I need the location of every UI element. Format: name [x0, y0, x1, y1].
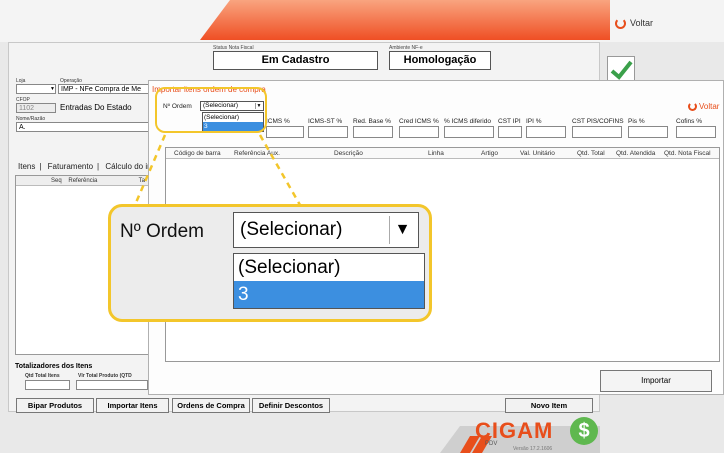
- qtd-total-label: Qtd Total Itens: [25, 373, 60, 379]
- cst-ipi-field[interactable]: [498, 126, 522, 138]
- zoom-ordem-select: (Selecionar) ▼: [233, 212, 419, 248]
- cred-icms-field[interactable]: [399, 126, 439, 138]
- icms-diferido-field[interactable]: [444, 126, 494, 138]
- importar-itens-button[interactable]: Importar Itens: [96, 398, 169, 413]
- status-value: Em Cadastro: [213, 51, 378, 70]
- voltar-button[interactable]: Voltar: [615, 18, 654, 30]
- col-referencia: Referência: [68, 178, 98, 184]
- hdr-red-base: Red. Base %: [353, 118, 391, 125]
- hdr-cst-pis-cofins: CST PIS/COFINS: [572, 118, 624, 125]
- version-label: Versão 17.2.1606: [513, 446, 553, 452]
- bipar-produtos-button[interactable]: Bipar Produtos: [16, 398, 94, 413]
- novo-item-button[interactable]: Novo Item: [505, 398, 593, 413]
- cfop-desc: Entradas Do Estado: [60, 103, 132, 112]
- cofins-field[interactable]: [676, 126, 716, 138]
- voltar-label: Voltar: [630, 18, 654, 28]
- ordens-compra-button[interactable]: Ordens de Compra: [172, 398, 250, 413]
- tab-faturamento[interactable]: Faturamento: [48, 162, 93, 171]
- dollar-icon: $: [570, 417, 598, 445]
- back-icon: [615, 18, 626, 30]
- vlr-total-field: [76, 380, 148, 390]
- cfop-field[interactable]: 1102: [16, 103, 56, 113]
- pis-field[interactable]: [628, 126, 668, 138]
- zoom-option: (Selecionar): [238, 257, 341, 278]
- dialog-voltar-button[interactable]: Voltar: [688, 102, 720, 112]
- hdr-cst-ipi: CST IPI: [498, 118, 521, 125]
- cst-pis-cofins-field[interactable]: [572, 126, 622, 138]
- col-qtd-nota-fiscal: Qtd. Nota Fiscal: [664, 150, 711, 157]
- vlr-total-label: Vlr Total Produto (QTD: [78, 373, 132, 379]
- tab-itens[interactable]: Itens: [18, 162, 35, 171]
- loja-select[interactable]: ▼: [16, 84, 56, 94]
- dialog-voltar-label: Voltar: [699, 102, 720, 111]
- brand-banner: [200, 0, 610, 40]
- col-qtd-atendida: Qtd. Atendida: [616, 150, 656, 157]
- ipi-field[interactable]: [526, 126, 566, 138]
- operacao-field[interactable]: IMP - NFe Compra de Me: [58, 84, 150, 94]
- hdr-cofins: Cofins %: [676, 118, 703, 125]
- hdr-icms-st: ICMS-ST %: [308, 118, 343, 125]
- importar-button[interactable]: Importar: [600, 370, 712, 392]
- hdr-ipi: IPI %: [526, 118, 542, 125]
- back-icon: [688, 102, 697, 112]
- col-linha: Linha: [428, 150, 444, 157]
- definir-descontos-button[interactable]: Definir Descontos: [252, 398, 330, 413]
- highlight-ring-small: [155, 87, 267, 133]
- zoom-options-list: (Selecionar) 3: [233, 253, 425, 309]
- zoom-option-selected: 3: [234, 281, 424, 308]
- totals-title: Totalizadores dos Itens: [15, 363, 93, 370]
- chevron-down-icon: ▼: [50, 86, 55, 92]
- logo-sub: PDV: [485, 441, 498, 447]
- col-seq: Seq: [51, 178, 62, 184]
- zoom-connector: [133, 134, 302, 206]
- col-val-unitario: Val. Unitário: [520, 150, 555, 157]
- hdr-icms: ICMS %: [266, 118, 290, 125]
- hdr-cred-icms: Cred ICMS %: [399, 118, 439, 125]
- red-base-field[interactable]: [353, 126, 393, 138]
- zoom-ordem-label: Nº Ordem: [120, 221, 205, 242]
- col-descricao: Descrição: [334, 150, 363, 157]
- chevron-down-icon: ▼: [389, 216, 415, 244]
- col-qtd-total: Qtd. Total: [577, 150, 605, 157]
- col-artigo: Artigo: [481, 150, 498, 157]
- hdr-pis: Pis %: [628, 118, 645, 125]
- zoom-select-value: (Selecionar): [240, 219, 343, 240]
- hdr-icms-diferido: % ICMS diferido: [444, 118, 491, 125]
- qtd-total-field: [25, 380, 70, 390]
- ambiente-value: Homologação: [389, 51, 491, 70]
